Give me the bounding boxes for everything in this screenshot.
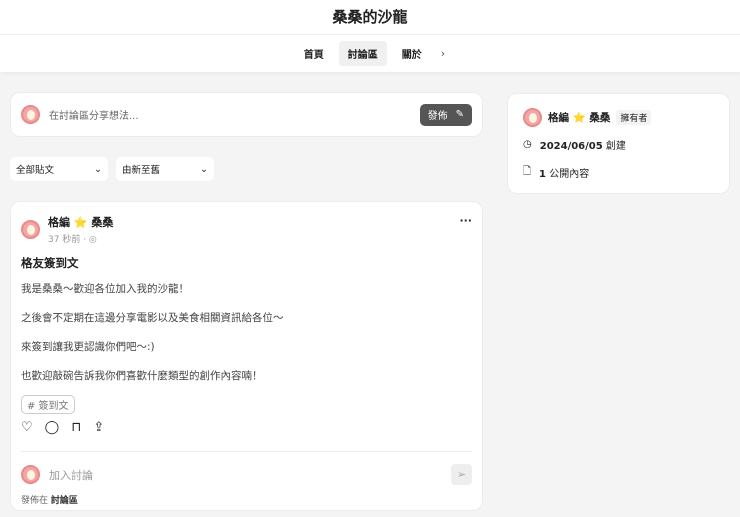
comment-icon[interactable]: ◯	[45, 420, 60, 435]
tag-chip[interactable]: # 簽到文	[21, 395, 75, 414]
heart-icon[interactable]: ♡	[21, 420, 33, 435]
post-author[interactable]: 格編 ⭐ 桑桑	[48, 214, 113, 230]
publish-button[interactable]: 發佈 ✎	[419, 103, 472, 126]
edit-icon: ✎	[455, 109, 464, 120]
sort-select[interactable]: 由新至舊 ⌄	[116, 157, 214, 181]
tab-discussion[interactable]: 討論區	[338, 41, 387, 66]
salon-info-card: 格編 ⭐ 桑桑 擁有者 ◷ 2024/06/05 創建 🗋 1 公開內容	[507, 93, 730, 194]
document-icon: 🗋	[523, 166, 532, 177]
owner-name[interactable]: 格編 ⭐ 桑桑	[548, 110, 610, 125]
composer-input[interactable]: 在討論區分享想法...	[49, 107, 139, 122]
page-title: 桑桑的沙龍	[0, 0, 740, 35]
avatar	[523, 108, 542, 127]
posted-in-link[interactable]: 討論區	[51, 496, 78, 506]
bookmark-icon[interactable]: ⊓	[71, 420, 81, 435]
share-icon[interactable]: ⇪	[93, 420, 104, 435]
star-icon: ⭐	[73, 216, 88, 229]
public-count: 1	[539, 169, 547, 180]
reply-input[interactable]: 加入討論	[49, 467, 451, 483]
chevron-down-icon: ⌄	[94, 163, 102, 175]
nav-tabs: 首頁 討論區 關於 ›	[0, 35, 740, 72]
author-prefix: 格編	[48, 216, 70, 229]
post-paragraph: 也歡迎敲碗告訴我你們喜歡什麼類型的創作內容喃！	[21, 370, 263, 382]
post-title: 格友簽到文	[21, 256, 79, 270]
owner-prefix: 格編	[548, 112, 569, 124]
post-type-select[interactable]: 全部貼文 ⌄	[10, 157, 108, 181]
posted-in-label: 發佈在	[21, 496, 49, 506]
chevron-down-icon: ⌄	[200, 163, 208, 175]
sort-value: 由新至舊	[122, 165, 161, 176]
post-paragraph: 來簽到讓我更認識你們吧～:)	[21, 341, 155, 353]
tab-home[interactable]: 首頁	[295, 41, 333, 66]
post-paragraph: 之後會不定期在這邊分享電影以及美食相關資訊給各位～	[21, 312, 284, 324]
composer[interactable]: 在討論區分享想法... 發佈 ✎	[10, 92, 483, 137]
owner-name-text: 桑桑	[589, 112, 611, 124]
post-time: 37 秒前	[48, 235, 81, 245]
post-type-value: 全部貼文	[16, 165, 55, 176]
clock-icon: ◷	[523, 139, 532, 150]
send-icon[interactable]: ➢	[451, 464, 472, 485]
chevron-right-icon[interactable]: ›	[441, 47, 445, 60]
publish-label: 發佈	[427, 111, 448, 122]
tab-about[interactable]: 關於	[393, 41, 431, 66]
public-label: 公開內容	[549, 169, 590, 180]
post-paragraph: 我是桑桑～歡迎各位加入我的沙龍！	[21, 283, 189, 295]
more-options-icon[interactable]: ···	[459, 214, 472, 227]
created-label: 創建	[605, 141, 626, 152]
avatar	[21, 220, 40, 239]
created-date: 2024/06/05	[539, 141, 603, 152]
author-name: 桑桑	[91, 216, 114, 229]
avatar	[21, 105, 40, 124]
star-icon: ⭐	[572, 112, 586, 124]
post-card: 格編 ⭐ 桑桑 37 秒前 · ◎ ··· 格友簽到文 我是桑桑～歡迎各位加入我…	[10, 201, 483, 511]
avatar	[21, 465, 40, 484]
owner-badge: 擁有者	[616, 110, 652, 125]
globe-icon: ◎	[88, 235, 97, 245]
